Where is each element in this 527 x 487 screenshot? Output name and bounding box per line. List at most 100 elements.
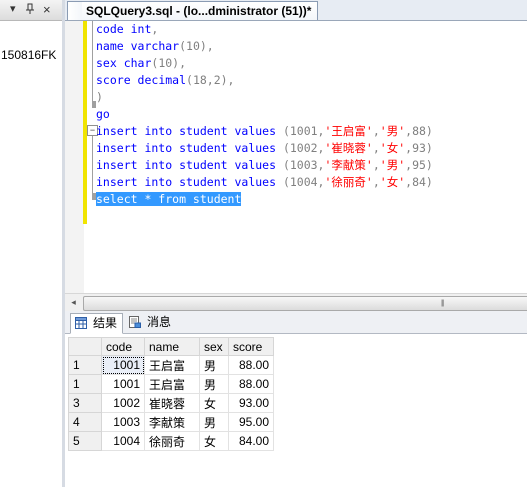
pushpin-icon[interactable]	[25, 3, 35, 19]
editor-margin	[65, 21, 84, 293]
cell-sex[interactable]: 女	[199, 431, 229, 451]
cell-code[interactable]: 1002	[101, 393, 145, 413]
fold-guide	[92, 136, 93, 193]
cell-score[interactable]: 84.00	[228, 431, 274, 451]
code-token: decimal	[137, 73, 187, 87]
code-string: '崔晓蓉'	[324, 141, 373, 155]
cell-name[interactable]: 李献策	[144, 412, 200, 432]
code-token: ,88)	[405, 124, 433, 138]
horizontal-scrollbar[interactable]: ◂ |||	[65, 293, 527, 311]
table-row[interactable]: 1 1001 王启富 男 88.00	[68, 355, 274, 375]
grid-corner[interactable]	[68, 337, 102, 356]
query-editor[interactable]: − code int, name varchar(10), sex char(1…	[65, 21, 527, 293]
row-number[interactable]: 1	[68, 374, 102, 394]
change-tracking-bar	[83, 21, 87, 224]
cell-score[interactable]: 95.00	[228, 412, 274, 432]
tab-sqlquery3[interactable]: SQLQuery3.sql - (lo...dministrator (51))…	[67, 1, 319, 20]
tab-results-label: 结果	[93, 316, 118, 330]
cell-score[interactable]: 93.00	[228, 393, 274, 413]
code-line: insert into student values (1001,'王启富','…	[96, 123, 433, 140]
scrollbar-thumb[interactable]: |||	[83, 296, 527, 311]
row-number[interactable]: 3	[68, 393, 102, 413]
code-token: sex	[96, 56, 124, 70]
cell-sex[interactable]: 男	[199, 374, 229, 394]
cell-name[interactable]: 徐丽奇	[144, 431, 200, 451]
tab-messages[interactable]: 消息	[125, 313, 176, 332]
code-string: '男'	[379, 158, 406, 172]
code-token: (1003,	[276, 158, 325, 172]
code-token: name	[96, 39, 131, 53]
code-line: code int,	[96, 21, 158, 38]
cell-code[interactable]: 1001	[101, 374, 145, 394]
code-line: )	[96, 90, 103, 104]
cell-name[interactable]: 崔晓蓉	[144, 393, 200, 413]
code-string: '男'	[379, 124, 406, 138]
row-number[interactable]: 5	[68, 431, 102, 451]
document-tab-strip: SQLQuery3.sql - (lo...dministrator (51))…	[65, 0, 527, 21]
cell-score[interactable]: 88.00	[228, 355, 274, 375]
results-tab-strip: 结果 消息	[65, 311, 527, 334]
cell-name[interactable]: 王启富	[144, 374, 200, 394]
column-header-score[interactable]: score	[228, 337, 274, 356]
code-string: '李献策'	[324, 158, 373, 172]
cell-score[interactable]: 88.00	[228, 374, 274, 394]
cell-code[interactable]: 1003	[101, 412, 145, 432]
row-number[interactable]: 1	[68, 355, 102, 375]
tree-node-label[interactable]: 150816FK	[1, 48, 56, 62]
code-string: '王启富'	[324, 124, 373, 138]
code-token: char	[123, 56, 152, 70]
code-token: ,	[372, 124, 380, 138]
column-header-code[interactable]: code	[101, 337, 145, 356]
cell-sex[interactable]: 男	[199, 412, 229, 432]
code-line: go	[96, 107, 110, 121]
code-line: insert into student values (1004,'徐丽奇','…	[96, 174, 433, 191]
cell-sex[interactable]: 男	[199, 355, 229, 375]
code-string: '女'	[379, 175, 406, 189]
code-line: score decimal(18,2),	[96, 72, 234, 89]
table-row[interactable]: 5 1004 徐丽奇 女 84.00	[68, 431, 274, 451]
cell-code[interactable]: 1004	[101, 431, 145, 451]
results-grid-area: code name sex score 1 1001 王启富 男 88.00 1…	[65, 334, 527, 487]
code-token: ,93)	[405, 141, 433, 155]
grip-icon: |||	[441, 300, 445, 307]
code-token: ,84)	[405, 175, 433, 189]
close-icon[interactable]: ×	[43, 3, 51, 16]
scroll-left-arrow-icon[interactable]: ◂	[65, 294, 82, 311]
column-header-sex[interactable]: sex	[199, 337, 229, 356]
code-token: score	[96, 73, 138, 87]
code-token: insert into student values	[96, 141, 277, 155]
code-token: ,95)	[405, 158, 433, 172]
code-string: '徐丽奇'	[324, 175, 373, 189]
code-token: (1001,	[276, 124, 325, 138]
cell-sex[interactable]: 女	[199, 393, 229, 413]
code-token: ,	[372, 141, 380, 155]
table-row[interactable]: 4 1003 李献策 男 95.00	[68, 412, 274, 432]
code-token: varchar	[130, 39, 180, 53]
table-row[interactable]: 1 1001 王启富 男 88.00	[68, 374, 274, 394]
code-string: '女'	[379, 141, 406, 155]
tab-title: SQLQuery3.sql - (lo...dministrator (51))…	[86, 4, 312, 18]
code-token: insert into student values	[96, 158, 277, 172]
cell-code[interactable]: 1001	[101, 355, 145, 375]
tab-messages-label: 消息	[147, 315, 172, 329]
code-token: (18,2),	[186, 73, 235, 87]
code-line: insert into student values (1003,'李献策','…	[96, 157, 433, 174]
fold-guide	[92, 21, 93, 101]
messages-icon	[129, 316, 141, 328]
code-token: insert into student values	[96, 175, 277, 189]
code-token: insert into student values	[96, 124, 277, 138]
code-line: sex char(10),	[96, 55, 186, 72]
object-explorer-panel: ▾ × 150816FK	[0, 0, 63, 487]
column-header-name[interactable]: name	[144, 337, 200, 356]
code-token: ,	[372, 175, 380, 189]
dropdown-icon[interactable]: ▾	[10, 3, 16, 16]
code-line: name varchar(10),	[96, 38, 214, 55]
tab-results[interactable]: 结果	[70, 313, 124, 334]
selected-text[interactable]: select * from student	[96, 192, 242, 206]
cell-name[interactable]: 王启富	[144, 355, 200, 375]
row-number[interactable]: 4	[68, 412, 102, 432]
table-row[interactable]: 3 1002 崔晓蓉 女 93.00	[68, 393, 274, 413]
code-token: (1004,	[276, 175, 325, 189]
code-token: ,	[151, 22, 159, 36]
code-line-selected: select * from student	[96, 191, 242, 208]
